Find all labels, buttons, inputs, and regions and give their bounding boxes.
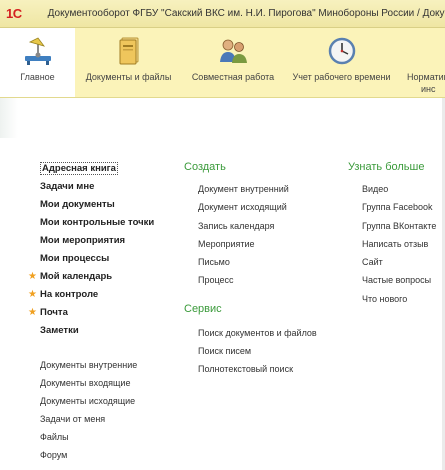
nav-item-my-tasks[interactable]: Задачи мне	[22, 178, 182, 196]
create-internal-document-link[interactable]: Документ внутренний	[184, 180, 344, 198]
learn-more-group-title[interactable]: Узнать больше	[348, 160, 445, 178]
favorite-star-icon[interactable]: ★	[28, 268, 37, 286]
section-main[interactable]: Главное	[0, 28, 75, 97]
app-logo: 1С	[6, 6, 22, 21]
favorite-star-icon[interactable]: ★	[28, 286, 37, 304]
clock-icon	[328, 37, 355, 65]
home-desk-icon	[24, 37, 51, 65]
fulltext-search-link[interactable]: Полнотекстовый поиск	[184, 360, 344, 378]
search-letters-link[interactable]: Поиск писем	[184, 342, 344, 360]
nav-item-incoming-documents[interactable]: Документы входящие	[22, 374, 182, 392]
faq-link[interactable]: Частые вопросы	[348, 271, 445, 289]
create-outgoing-document-link[interactable]: Документ исходящий	[184, 198, 344, 216]
section-collaboration[interactable]: Совместная работа	[182, 28, 284, 97]
create-process-link[interactable]: Процесс	[184, 271, 344, 289]
create-service-column: Создать Документ внутренний Документ исх…	[184, 160, 344, 379]
create-group-title[interactable]: Создать	[184, 160, 344, 178]
nav-item-files[interactable]: Файлы	[22, 428, 182, 446]
nav-item-my-processes[interactable]: Мои процессы	[22, 250, 182, 268]
sections-panel: Главное Документы и файлы Совместная раб…	[0, 28, 445, 98]
site-link[interactable]: Сайт	[348, 253, 445, 271]
section-documents[interactable]: Документы и файлы	[75, 28, 182, 97]
favorite-star-icon[interactable]: ★	[28, 304, 37, 322]
section-time-tracking[interactable]: Учет рабочего времени	[284, 28, 399, 97]
facebook-group-link[interactable]: Группа Facebook	[348, 198, 445, 216]
section-label: Совместная работа	[191, 72, 275, 82]
nav-item-my-events[interactable]: Мои мероприятия	[22, 232, 182, 250]
nav-item-tasks-from-me[interactable]: Задачи от меня	[22, 410, 182, 428]
title-bar: 1С Документооборот ФГБУ "Сакский ВКС им.…	[0, 0, 445, 28]
nav-item-forum[interactable]: Форум	[22, 446, 182, 464]
create-calendar-entry-link[interactable]: Запись календаря	[184, 217, 344, 235]
nav-item-internal-documents[interactable]: Документы внутренние	[22, 356, 182, 374]
vkontakte-group-link[interactable]: Группа ВКонтакте	[348, 217, 445, 235]
section-label: Главное	[20, 72, 55, 82]
section-label: Документы и файлы	[85, 72, 172, 82]
nav-item-mail[interactable]: ★ Почта	[22, 304, 182, 322]
section-label: Норматив	[407, 72, 445, 82]
section-label: Учет рабочего времени	[292, 72, 391, 82]
service-group-title[interactable]: Сервис	[184, 302, 344, 320]
window-title: Документооборот ФГБУ "Сакский ВКС им. Н.…	[47, 8, 445, 19]
nav-item-on-control[interactable]: ★ На контроле	[22, 286, 182, 304]
write-feedback-link[interactable]: Написать отзыв	[348, 235, 445, 253]
create-letter-link[interactable]: Письмо	[184, 253, 344, 271]
people-collaboration-icon	[220, 39, 247, 63]
video-link[interactable]: Видео	[348, 180, 445, 198]
nav-item-my-calendar[interactable]: ★ Мой календарь	[22, 268, 182, 286]
create-event-link[interactable]: Мероприятие	[184, 235, 344, 253]
whats-new-link[interactable]: Что нового	[348, 290, 445, 308]
nav-item-outgoing-documents[interactable]: Документы исходящие	[22, 392, 182, 410]
documents-binder-icon	[119, 37, 138, 65]
section-label-line2: инс	[421, 84, 436, 94]
nav-item-my-checkpoints[interactable]: Мои контрольные точки	[22, 214, 182, 232]
nav-item-my-documents[interactable]: Мои документы	[22, 196, 182, 214]
search-documents-files-link[interactable]: Поиск документов и файлов	[184, 324, 344, 342]
background-shade	[0, 98, 18, 138]
nav-item-notes[interactable]: Заметки	[22, 322, 182, 340]
section-reference[interactable]: Норматив инс	[399, 28, 445, 97]
nav-item-address-book[interactable]: Адресная книга	[22, 160, 182, 178]
learn-more-column: Узнать больше Видео Группа Facebook Груп…	[348, 160, 445, 308]
main-navigation: Адресная книга Задачи мне Мои документы …	[22, 160, 182, 464]
